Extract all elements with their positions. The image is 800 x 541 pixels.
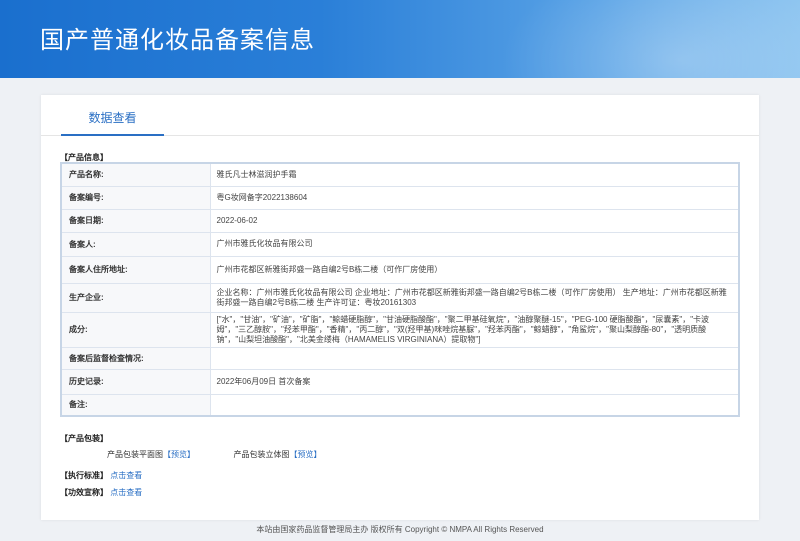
registrant-address-value: 广州市花都区新雅街邦盛一路自编2号B栋二楼（可作厂房使用） bbox=[209, 255, 740, 284]
product-info-table: 产品名称: 雅氏凡士林滋润护手霜 备案编号: 粤G妆网备字2022138604 … bbox=[60, 162, 740, 417]
manufacturer-value: 企业名称：广州市雅氏化妆品有限公司 企业地址：广州市花都区新雅街邦盛一路自编2号… bbox=[209, 282, 740, 313]
row-label: 备案日期: bbox=[60, 208, 211, 233]
table-row: 备案人: 广州市雅氏化妆品有限公司 bbox=[60, 231, 740, 257]
remarks-value bbox=[209, 393, 740, 417]
history-value: 2022年06月09日 首次备案 bbox=[209, 368, 740, 395]
solid-package-label: 产品包装立体图 bbox=[233, 450, 290, 459]
row-label: 生产企业: bbox=[60, 282, 211, 313]
content-card: 数据查看 【产品信息】 产品名称: 雅氏凡士林滋润护手霜 备案编号: 粤G妆网备… bbox=[41, 95, 759, 520]
record-date-value: 2022-06-02 bbox=[209, 208, 740, 233]
tab-bar: 数据查看 bbox=[41, 95, 759, 136]
flat-package-preview-link[interactable]: 【预览】 bbox=[163, 450, 195, 459]
table-row: 备案后监督检查情况: bbox=[60, 346, 740, 370]
packaging-row: 产品包装平面图【预览】 产品包装立体图【预览】 bbox=[107, 449, 321, 460]
table-row: 生产企业: 企业名称：广州市雅氏化妆品有限公司 企业地址：广州市花都区新雅街邦盛… bbox=[60, 282, 740, 313]
row-label: 历史记录: bbox=[60, 368, 211, 395]
standard-title: 【执行标准】 bbox=[60, 471, 108, 480]
row-label: 备案后监督检查情况: bbox=[60, 346, 211, 370]
page-title: 国产普通化妆品备案信息 bbox=[40, 26, 315, 54]
efficacy-section: 【功效宣称】 点击查看 bbox=[60, 487, 142, 498]
row-label: 产品名称: bbox=[60, 162, 211, 187]
header-banner: 国产普通化妆品备案信息 bbox=[0, 0, 800, 78]
product-name-value: 雅氏凡士林滋润护手霜 bbox=[209, 162, 740, 187]
efficacy-view-link[interactable]: 点击查看 bbox=[110, 488, 142, 497]
table-row: 备案人住所地址: 广州市花都区新雅街邦盛一路自编2号B栋二楼（可作厂房使用） bbox=[60, 255, 740, 284]
table-row: 备案日期: 2022-06-02 bbox=[60, 208, 740, 233]
tab-data-view[interactable]: 数据查看 bbox=[61, 95, 164, 136]
row-label: 成分: bbox=[60, 311, 211, 348]
table-row: 产品名称: 雅氏凡士林滋润护手霜 bbox=[60, 162, 740, 187]
table-row: 备案编号: 粤G妆网备字2022138604 bbox=[60, 185, 740, 210]
packaging-title: 【产品包装】 bbox=[60, 434, 108, 443]
registrant-value: 广州市雅氏化妆品有限公司 bbox=[209, 231, 740, 257]
record-number-value: 粤G妆网备字2022138604 bbox=[209, 185, 740, 210]
ingredients-value: ["水"，"甘油"，"矿油"，"矿脂"，"鲸蜡硬脂醇"，"甘油硬脂酸酯"，"聚二… bbox=[209, 311, 740, 348]
row-label: 备案人住所地址: bbox=[60, 255, 211, 284]
standard-section: 【执行标准】 点击查看 bbox=[60, 470, 142, 481]
row-label: 备案编号: bbox=[60, 185, 211, 210]
row-label: 备案人: bbox=[60, 231, 211, 257]
table-row: 备注: bbox=[60, 393, 740, 417]
standard-view-link[interactable]: 点击查看 bbox=[110, 471, 142, 480]
flat-package-label: 产品包装平面图 bbox=[107, 450, 163, 459]
table-row: 成分: ["水"，"甘油"，"矿油"，"矿脂"，"鲸蜡硬脂醇"，"甘油硬脂酸酯"… bbox=[60, 311, 740, 348]
supervision-value bbox=[209, 346, 740, 370]
row-label: 备注: bbox=[60, 393, 211, 417]
table-row: 历史记录: 2022年06月09日 首次备案 bbox=[60, 368, 740, 395]
solid-package-preview-link[interactable]: 【预览】 bbox=[289, 450, 321, 459]
page-footer: 本站由国家药品监督管理局主办 版权所有 Copyright © NMPA All… bbox=[256, 525, 544, 534]
efficacy-title: 【功效宣称】 bbox=[60, 488, 108, 497]
